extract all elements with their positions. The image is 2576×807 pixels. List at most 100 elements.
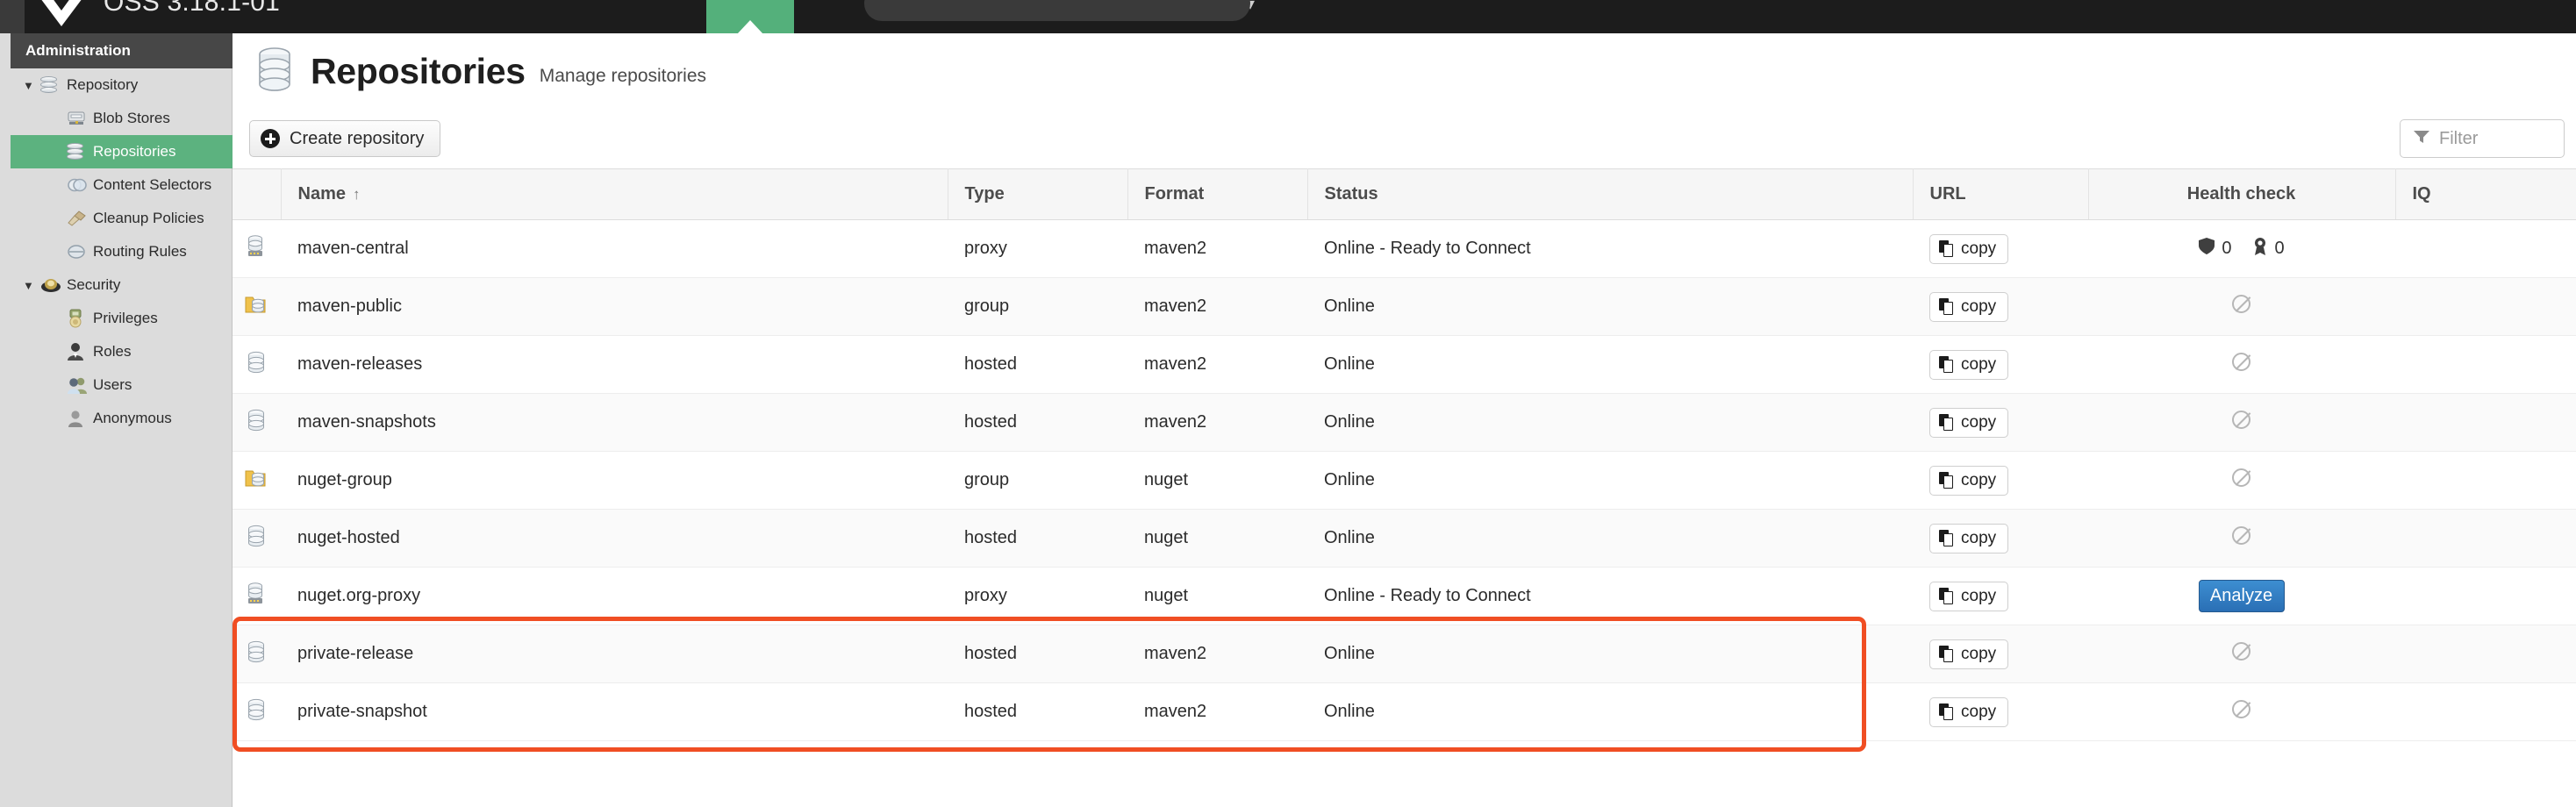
sidebar-item-roles[interactable]: Roles	[11, 335, 233, 368]
column-header-name-label: Name	[298, 184, 346, 204]
cell-type: group	[948, 452, 1127, 510]
sidebar-group-security[interactable]: ▼ Security	[11, 268, 233, 302]
copy-url-button[interactable]: copy	[1929, 524, 2008, 553]
copy-url-button[interactable]: copy	[1929, 697, 2008, 727]
copy-url-button[interactable]: copy	[1929, 292, 2008, 322]
security-shield-icon	[40, 277, 67, 294]
column-header-name[interactable]: Name↑	[281, 169, 948, 220]
sidebar-item-repositories[interactable]: Repositories	[11, 135, 233, 168]
proxy-repo-icon	[246, 590, 267, 610]
column-header-type[interactable]: Type	[948, 169, 1127, 220]
search-input[interactable]	[864, 0, 1250, 21]
chevron-down-icon[interactable]: ▼	[23, 280, 40, 291]
funnel-icon	[2413, 129, 2430, 149]
content-selector-icon	[67, 177, 93, 193]
copy-button-label: copy	[1961, 703, 1996, 722]
sidebar-item-blob-stores[interactable]: Blob Stores	[11, 102, 233, 135]
table-row[interactable]: maven-publicgroupmaven2Online copy	[233, 278, 2576, 336]
sidebar-item-content-selectors[interactable]: Content Selectors	[11, 168, 233, 202]
anonymous-user-icon	[67, 410, 93, 428]
sidebar-item-label-privileges: Privileges	[93, 310, 158, 327]
hosted-repo-icon	[247, 706, 266, 725]
hosted-repo-icon	[247, 417, 266, 436]
table-row[interactable]: maven-centralproxymaven2Online - Ready t…	[233, 220, 2576, 278]
copy-url-button[interactable]: copy	[1929, 582, 2008, 611]
filter-input[interactable]: Filter	[2400, 119, 2565, 158]
app-title: OSS 3.18.1-01	[104, 0, 280, 18]
cell-url: copy	[1913, 683, 2088, 741]
copy-url-button[interactable]: copy	[1929, 466, 2008, 496]
table-row[interactable]: maven-snapshotshostedmaven2Online copy	[233, 394, 2576, 452]
table-row[interactable]: private-releasehostedmaven2Online copy	[233, 625, 2576, 683]
sonatype-chevron-logo-icon[interactable]	[32, 0, 91, 32]
cell-health-check	[2088, 510, 2395, 568]
cell-health-check	[2088, 278, 2395, 336]
sidebar-item-users[interactable]: Users	[11, 368, 233, 402]
analyze-button[interactable]: Analyze	[2199, 580, 2285, 612]
sidebar-item-label-cleanup-policies: Cleanup Policies	[93, 210, 204, 227]
cell-status: Online	[1307, 625, 1913, 683]
cell-url: copy	[1913, 510, 2088, 568]
column-header-status[interactable]: Status	[1307, 169, 1913, 220]
cell-health-check: 0 0	[2088, 220, 2395, 278]
cell-format: maven2	[1127, 625, 1307, 683]
copy-icon	[1939, 298, 1954, 315]
group-repo-icon	[245, 301, 268, 320]
active-tab-indicator[interactable]	[706, 0, 794, 33]
sidebar-item-cleanup-policies[interactable]: Cleanup Policies	[11, 202, 233, 235]
sidebar-item-routing-rules[interactable]: Routing Rules	[11, 235, 233, 268]
cell-format: nuget	[1127, 452, 1307, 510]
cell-status: Online	[1307, 394, 1913, 452]
copy-url-button[interactable]: copy	[1929, 234, 2008, 264]
cell-iq	[2395, 568, 2576, 625]
copy-url-button[interactable]: copy	[1929, 350, 2008, 380]
sidebar-header: Administration	[11, 33, 233, 68]
column-header-format[interactable]: Format	[1127, 169, 1307, 220]
cell-format: maven2	[1127, 336, 1307, 394]
database-icon	[256, 47, 293, 96]
column-header-health-check[interactable]: Health check	[2088, 169, 2395, 220]
create-repository-button[interactable]: Create repository	[249, 120, 440, 157]
copy-icon	[1939, 356, 1954, 373]
copy-button-label: copy	[1961, 529, 1996, 548]
table-header-row: Name↑ Type Format Status URL Health chec…	[233, 169, 2576, 220]
table-body: maven-centralproxymaven2Online - Ready t…	[233, 220, 2576, 741]
copy-button-label: copy	[1961, 239, 1996, 259]
cell-url: copy	[1913, 220, 2088, 278]
users-icon	[67, 376, 93, 395]
table-row[interactable]: nuget-hostedhostednugetOnline copy	[233, 510, 2576, 568]
health-check-disabled-icon	[2232, 468, 2250, 487]
copy-url-button[interactable]: copy	[1929, 639, 2008, 669]
column-header-iq[interactable]: IQ	[2395, 169, 2576, 220]
blob-store-icon	[67, 110, 93, 127]
cell-status: Online - Ready to Connect	[1307, 220, 1913, 278]
sidebar-item-anonymous[interactable]: Anonymous	[11, 402, 233, 435]
health-check-disabled-icon	[2232, 526, 2250, 545]
table-row[interactable]: maven-releaseshostedmaven2Online copy	[233, 336, 2576, 394]
health-metrics: 0 0	[2198, 237, 2284, 261]
health-check-disabled-icon	[2232, 353, 2250, 371]
cell-iq	[2395, 683, 2576, 741]
column-header-url[interactable]: URL	[1913, 169, 2088, 220]
chevron-down-icon[interactable]: ▼	[23, 80, 40, 91]
table-row[interactable]: private-snapshothostedmaven2Online copy	[233, 683, 2576, 741]
sidebar-item-label-users: Users	[93, 376, 132, 394]
sidebar-item-privileges[interactable]: Privileges	[11, 302, 233, 335]
copy-button-label: copy	[1961, 297, 1996, 317]
row-type-icon-cell	[233, 220, 281, 278]
sidebar-item-label-anonymous: Anonymous	[93, 410, 172, 427]
table-header: Name↑ Type Format Status URL Health chec…	[233, 169, 2576, 220]
cell-name: maven-releases	[281, 336, 948, 394]
health-check-disabled-icon	[2232, 700, 2250, 718]
cell-type: hosted	[948, 683, 1127, 741]
row-type-icon-cell	[233, 510, 281, 568]
copy-url-button[interactable]: copy	[1929, 408, 2008, 438]
table-row[interactable]: nuget.org-proxyproxynugetOnline - Ready …	[233, 568, 2576, 625]
admin-sidebar: Administration ▼ Repository Blob Stores	[0, 33, 233, 807]
sidebar-group-repository[interactable]: ▼ Repository	[11, 68, 233, 102]
cell-health-check	[2088, 625, 2395, 683]
table-row[interactable]: nuget-groupgroupnugetOnline copy	[233, 452, 2576, 510]
cell-type: proxy	[948, 568, 1127, 625]
cell-format: maven2	[1127, 278, 1307, 336]
award-count: 0	[2275, 239, 2285, 259]
